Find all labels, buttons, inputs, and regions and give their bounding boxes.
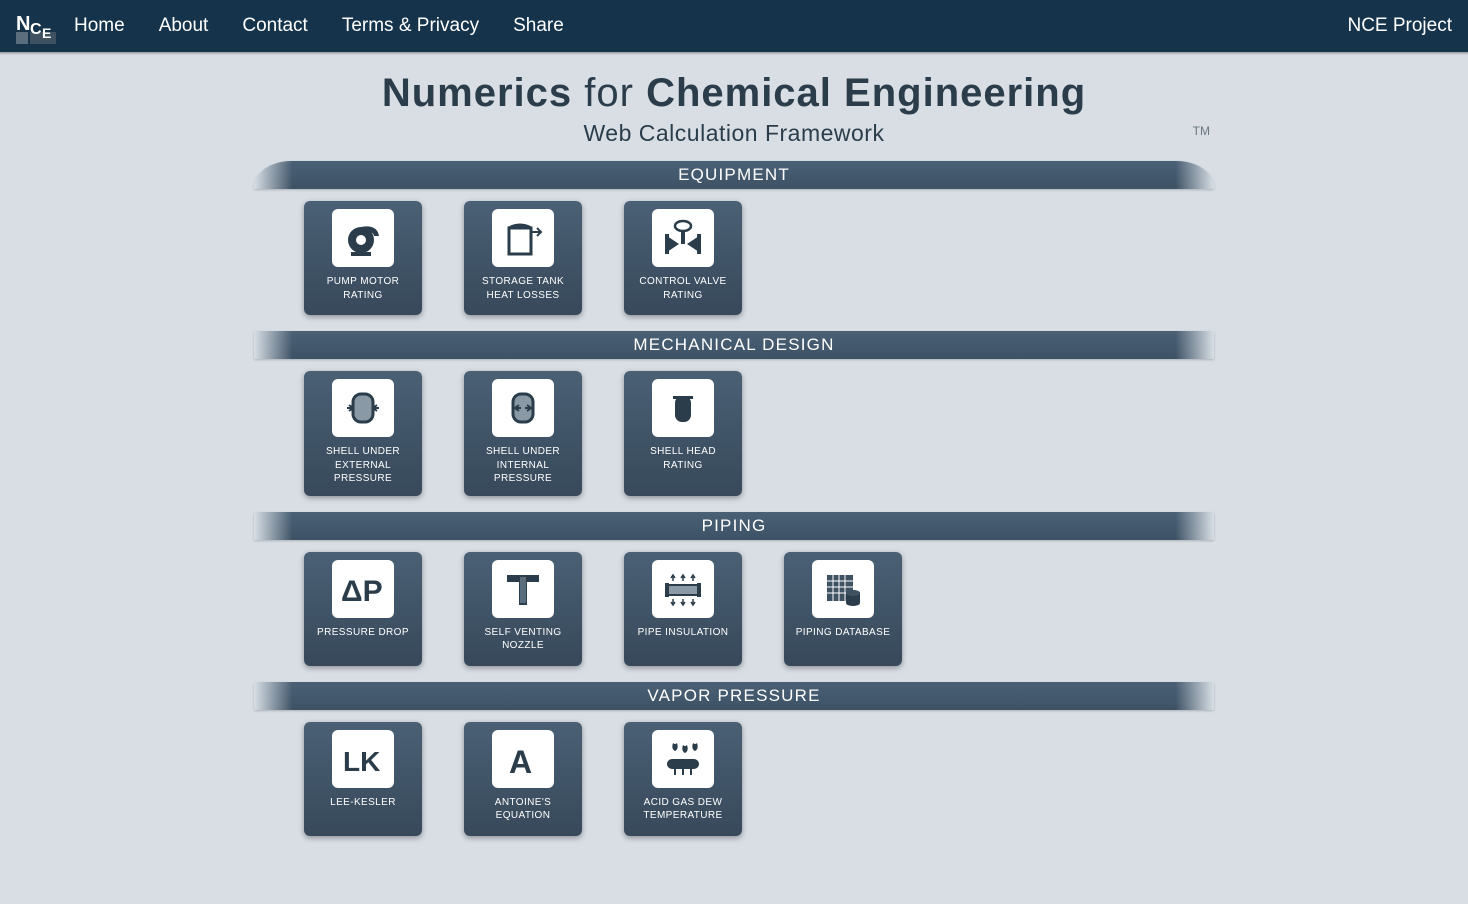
card-pressure-drop[interactable]: ΔP PRESSURE DROP (304, 552, 422, 666)
nav-share[interactable]: Share (513, 15, 564, 37)
antoine-icon: A (492, 730, 554, 788)
card-row: ΔP PRESSURE DROP SELF VENTING NOZZLE PIP… (254, 552, 1214, 666)
section-mechanical: MECHANICAL DESIGN (254, 331, 1214, 359)
lk-icon: LK (332, 730, 394, 788)
card-label: PRESSURE DROP (317, 626, 409, 640)
card-row: PUMP MOTOR RATING STORAGE TANK HEAT LOSS… (254, 201, 1214, 315)
card-row: SHELL UNDER EXTERNAL PRESSURE SHELL UNDE… (254, 371, 1214, 496)
pump-icon (332, 209, 394, 267)
content: EQUIPMENT PUMP MOTOR RATING STORAGE TANK… (254, 161, 1214, 836)
card-label: ACID GAS DEW TEMPERATURE (630, 796, 736, 823)
card-shell-internal[interactable]: SHELL UNDER INTERNAL PRESSURE (464, 371, 582, 496)
svg-text:C: C (30, 21, 42, 38)
dp-icon: ΔP (332, 560, 394, 618)
topbar: N C E Home About Contact Terms & Privacy… (0, 0, 1468, 52)
title-area: Numerics for Chemical Engineering Web Ca… (0, 71, 1468, 147)
card-shell-head[interactable]: SHELL HEAD RATING (624, 371, 742, 496)
card-acid-gas-dew[interactable]: ACID GAS DEW TEMPERATURE (624, 722, 742, 836)
page-title: Numerics for Chemical Engineering (0, 71, 1468, 116)
nozzle-icon (492, 560, 554, 618)
card-label: CONTROL VALVE RATING (630, 275, 736, 302)
card-label: PIPING DATABASE (796, 626, 891, 640)
svg-text:E: E (42, 25, 51, 41)
insulation-icon (652, 560, 714, 618)
card-label: STORAGE TANK HEAT LOSSES (470, 275, 576, 302)
shell-ext-icon (332, 379, 394, 437)
card-label: LEE-KESLER (330, 796, 396, 810)
logo[interactable]: N C E (16, 8, 56, 44)
card-label: SELF VENTING NOZZLE (470, 626, 576, 653)
tank-icon (492, 209, 554, 267)
svg-text:LK: LK (343, 746, 380, 777)
card-label: ANTOINE'S EQUATION (470, 796, 576, 823)
nav-home[interactable]: Home (74, 15, 125, 37)
section-vapor: VAPOR PRESSURE (254, 682, 1214, 710)
trademark: TM (1193, 124, 1210, 138)
card-shell-external[interactable]: SHELL UNDER EXTERNAL PRESSURE (304, 371, 422, 496)
card-row: LK LEE-KESLER A ANTOINE'S EQUATION ACID … (254, 722, 1214, 836)
section-equipment: EQUIPMENT (254, 161, 1214, 189)
valve-icon (652, 209, 714, 267)
card-lee-kesler[interactable]: LK LEE-KESLER (304, 722, 422, 836)
card-label: SHELL UNDER INTERNAL PRESSURE (470, 445, 576, 486)
card-storage-tank[interactable]: STORAGE TANK HEAT LOSSES (464, 201, 582, 315)
nav-links: Home About Contact Terms & Privacy Share (74, 15, 564, 37)
card-antoine[interactable]: A ANTOINE'S EQUATION (464, 722, 582, 836)
card-pump-motor-rating[interactable]: PUMP MOTOR RATING (304, 201, 422, 315)
card-piping-database[interactable]: PIPING DATABASE (784, 552, 902, 666)
dew-icon (652, 730, 714, 788)
nav-contact[interactable]: Contact (242, 15, 307, 37)
card-pipe-insulation[interactable]: PIPE INSULATION (624, 552, 742, 666)
nav-project[interactable]: NCE Project (1347, 15, 1452, 37)
nav-terms[interactable]: Terms & Privacy (342, 15, 479, 37)
section-piping: PIPING (254, 512, 1214, 540)
page-subtitle: Web Calculation Framework (0, 120, 1468, 147)
shell-head-icon (652, 379, 714, 437)
card-label: SHELL UNDER EXTERNAL PRESSURE (310, 445, 416, 486)
database-icon (812, 560, 874, 618)
card-label: SHELL HEAD RATING (630, 445, 736, 472)
card-label: PUMP MOTOR RATING (310, 275, 416, 302)
svg-text:A: A (509, 744, 532, 780)
shell-int-icon (492, 379, 554, 437)
nav-about[interactable]: About (159, 15, 209, 37)
card-label: PIPE INSULATION (638, 626, 729, 640)
card-self-venting-nozzle[interactable]: SELF VENTING NOZZLE (464, 552, 582, 666)
svg-text:ΔP: ΔP (341, 575, 383, 608)
svg-text:N: N (16, 13, 30, 35)
card-control-valve[interactable]: CONTROL VALVE RATING (624, 201, 742, 315)
